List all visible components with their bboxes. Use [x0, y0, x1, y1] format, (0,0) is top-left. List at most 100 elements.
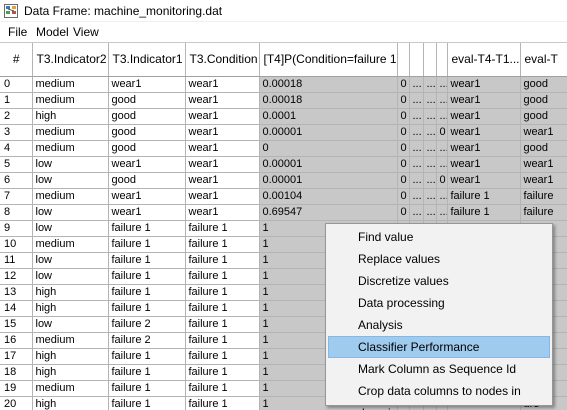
table-cell[interactable]: ... [423, 92, 437, 109]
table-cell[interactable]: 0.69547 [259, 204, 398, 221]
table-cell[interactable]: good [520, 92, 567, 109]
menu-model[interactable]: Model [36, 25, 69, 39]
table-cell[interactable]: 0 [259, 140, 398, 157]
table-cell[interactable]: wear1 [520, 172, 567, 189]
table-cell[interactable]: wear1 [447, 76, 521, 93]
column-header[interactable]: eval-T4-T1... [447, 43, 521, 77]
table-cell[interactable]: ... [436, 156, 448, 173]
context-menu-item[interactable]: Find value [328, 226, 550, 248]
column-header[interactable] [436, 43, 448, 77]
table-cell[interactable]: ... [423, 204, 437, 221]
table-cell[interactable]: wear1 [185, 108, 260, 125]
table-cell[interactable]: wear1 [108, 156, 186, 173]
row-index-cell[interactable]: 19 [0, 380, 33, 397]
row-index-cell[interactable]: 1 [0, 92, 33, 109]
table-cell[interactable]: failure 1 [185, 348, 260, 365]
table-cell[interactable]: medium [32, 140, 109, 157]
table-cell[interactable]: wear1 [447, 172, 521, 189]
row-index-cell[interactable]: 10 [0, 236, 33, 253]
row-index-cell[interactable]: 4 [0, 140, 33, 157]
context-menu-item[interactable]: Analysis [328, 314, 550, 336]
table-cell[interactable]: ... [423, 140, 437, 157]
table-cell[interactable]: ... [423, 172, 437, 189]
column-header[interactable]: T3.Indicator2 [32, 43, 109, 77]
table-cell[interactable]: failure 1 [185, 236, 260, 253]
table-cell[interactable]: failure 1 [108, 364, 186, 381]
table-cell[interactable]: ... [436, 76, 448, 93]
table-cell[interactable]: wear1 [108, 76, 186, 93]
column-header[interactable]: T3.Indicator1 [108, 43, 186, 77]
row-index-cell[interactable]: 13 [0, 284, 33, 301]
table-cell[interactable]: 0.00001 [259, 172, 398, 189]
table-cell[interactable]: high [32, 108, 109, 125]
table-cell[interactable]: medium [32, 332, 109, 349]
table-cell[interactable]: failure 2 [108, 332, 186, 349]
table-cell[interactable]: 0.0001 [259, 108, 398, 125]
table-cell[interactable]: good [108, 92, 186, 109]
table-cell[interactable]: failure 1 [185, 316, 260, 333]
column-header[interactable]: eval-T [520, 43, 567, 77]
context-menu-item[interactable]: Data processing [328, 292, 550, 314]
table-cell[interactable]: wear1 [185, 188, 260, 205]
table-cell[interactable]: 0 [397, 172, 410, 189]
table-cell[interactable]: high [32, 364, 109, 381]
table-cell[interactable]: ... [423, 156, 437, 173]
table-cell[interactable]: medium [32, 92, 109, 109]
row-index-cell[interactable]: 9 [0, 220, 33, 237]
column-header[interactable]: T3.Condition [185, 43, 260, 77]
row-index-cell[interactable]: 20 [0, 396, 33, 410]
table-cell[interactable]: ... [409, 108, 424, 125]
column-header[interactable] [397, 43, 410, 77]
table-cell[interactable]: high [32, 284, 109, 301]
table-cell[interactable]: failure 1 [447, 204, 521, 221]
table-cell[interactable]: ... [423, 124, 437, 141]
table-cell[interactable]: medium [32, 76, 109, 93]
table-cell[interactable]: ... [409, 76, 424, 93]
menu-file[interactable]: File [8, 25, 27, 39]
row-index-cell[interactable]: 15 [0, 316, 33, 333]
table-cell[interactable]: 0 [436, 124, 448, 141]
table-cell[interactable]: ... [409, 204, 424, 221]
table-cell[interactable]: 0 [397, 76, 410, 93]
table-cell[interactable]: failure 1 [185, 268, 260, 285]
table-cell[interactable]: ... [423, 108, 437, 125]
table-cell[interactable]: ... [409, 124, 424, 141]
table-cell[interactable]: high [32, 300, 109, 317]
table-cell[interactable]: good [520, 140, 567, 157]
table-cell[interactable]: ... [409, 140, 424, 157]
table-cell[interactable]: wear1 [447, 156, 521, 173]
table-cell[interactable]: failure 1 [185, 300, 260, 317]
row-index-cell[interactable]: 16 [0, 332, 33, 349]
table-cell[interactable]: failure 1 [185, 364, 260, 381]
table-cell[interactable]: ... [436, 140, 448, 157]
table-cell[interactable]: wear1 [185, 156, 260, 173]
table-cell[interactable]: good [520, 76, 567, 93]
table-cell[interactable]: good [108, 124, 186, 141]
table-cell[interactable]: wear1 [185, 124, 260, 141]
table-cell[interactable]: 0 [397, 124, 410, 141]
table-cell[interactable]: medium [32, 188, 109, 205]
table-cell[interactable]: failure 1 [447, 188, 521, 205]
table-cell[interactable]: failure 1 [108, 220, 186, 237]
table-cell[interactable]: high [32, 348, 109, 365]
table-cell[interactable]: failure 1 [185, 380, 260, 397]
table-cell[interactable]: failure 1 [108, 396, 186, 410]
table-cell[interactable]: 0 [397, 156, 410, 173]
table-cell[interactable]: wear1 [520, 156, 567, 173]
table-cell[interactable]: wear1 [185, 172, 260, 189]
context-menu-item[interactable]: Replace values [328, 248, 550, 270]
row-index-header[interactable]: # [0, 43, 33, 77]
table-cell[interactable]: good [108, 172, 186, 189]
table-cell[interactable]: 0.00018 [259, 76, 398, 93]
table-cell[interactable]: wear1 [108, 204, 186, 221]
table-cell[interactable]: failure 1 [108, 252, 186, 269]
table-cell[interactable]: low [32, 220, 109, 237]
table-cell[interactable]: ... [436, 108, 448, 125]
row-index-cell[interactable]: 0 [0, 76, 33, 93]
table-cell[interactable]: ... [409, 188, 424, 205]
row-index-cell[interactable]: 7 [0, 188, 33, 205]
table-cell[interactable]: ... [409, 156, 424, 173]
table-cell[interactable]: failure [520, 188, 567, 205]
table-cell[interactable]: failure 1 [185, 252, 260, 269]
table-cell[interactable]: ... [409, 172, 424, 189]
